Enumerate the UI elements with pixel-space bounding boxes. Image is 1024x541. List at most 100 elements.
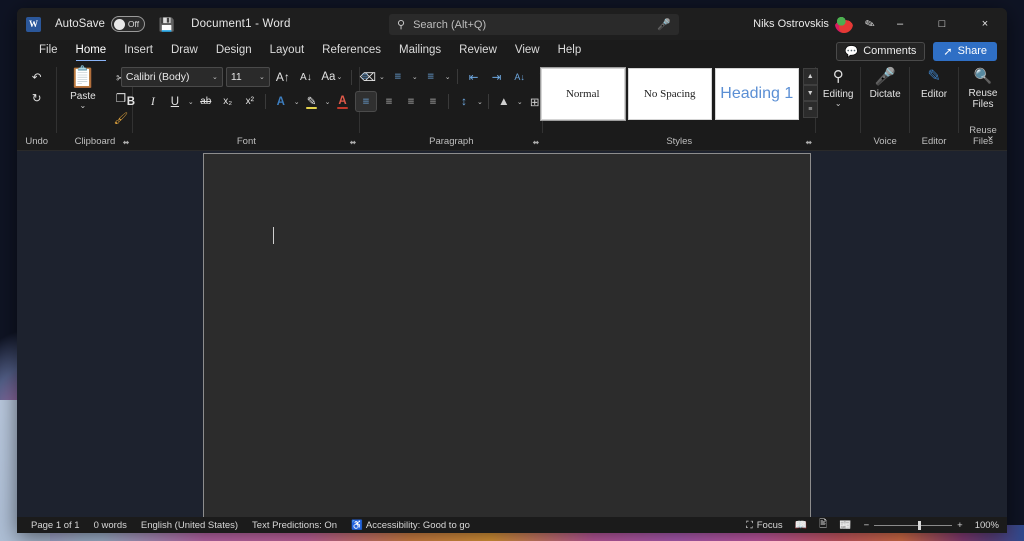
chevron-down-icon[interactable]: ⌄ xyxy=(412,73,418,81)
reuse-files-button[interactable]: 🔍 Reuse Files xyxy=(959,67,1007,110)
chevron-down-icon[interactable]: ⌄ xyxy=(188,98,194,106)
tab-help[interactable]: Help xyxy=(558,44,582,58)
italic-button[interactable]: I xyxy=(143,92,163,111)
font-dialog-launcher[interactable]: ⬌ xyxy=(350,138,357,147)
font-name-value: Calibri (Body) xyxy=(126,71,190,83)
collapse-ribbon-button[interactable]: ⌄ xyxy=(986,129,995,142)
autosave-toggle[interactable]: Off xyxy=(111,16,145,32)
editor-button[interactable]: ✎ Editor xyxy=(910,67,958,100)
dictate-label: Dictate xyxy=(870,89,901,100)
tab-view[interactable]: View xyxy=(515,44,540,58)
chevron-down-icon[interactable]: ⌄ xyxy=(294,98,300,106)
superscript-button[interactable]: x² xyxy=(240,92,260,111)
tab-design[interactable]: Design xyxy=(216,44,252,58)
minimize-button[interactable]: – xyxy=(879,8,921,40)
tab-review[interactable]: Review xyxy=(459,44,497,58)
word-logo-icon: W xyxy=(26,17,41,32)
tab-home[interactable]: Home xyxy=(76,44,107,58)
align-right-button[interactable]: ≡ xyxy=(401,92,421,111)
font-size-combobox[interactable]: 11 ⌄ xyxy=(226,67,270,87)
page-indicator[interactable]: Page 1 of 1 xyxy=(31,520,80,531)
zoom-out-button[interactable]: − xyxy=(864,520,870,531)
zoom-handle[interactable] xyxy=(918,521,921,530)
read-mode-icon[interactable]: 📖 xyxy=(795,520,807,531)
zoom-level[interactable]: 100% xyxy=(975,520,999,531)
zoom-track[interactable] xyxy=(874,525,952,526)
increase-indent-button[interactable]: ⇥ xyxy=(487,67,507,86)
highlight-button[interactable]: ✎ xyxy=(302,95,322,108)
chevron-down-icon[interactable]: ⌄ xyxy=(379,73,385,81)
justify-button[interactable]: ≡ xyxy=(423,92,443,111)
dictate-button[interactable]: 🎤 Dictate xyxy=(861,67,909,100)
clipboard-dialog-launcher[interactable]: ⬌ xyxy=(123,138,130,147)
search-box[interactable]: ⚲ Search (Alt+Q) 🎤 xyxy=(389,14,679,35)
comments-button[interactable]: 💬 Comments xyxy=(836,42,926,61)
bold-button[interactable]: B xyxy=(121,92,141,111)
tab-draw[interactable]: Draw xyxy=(171,44,198,58)
shrink-font-button[interactable]: A↓ xyxy=(296,68,316,87)
chevron-down-icon[interactable]: ⌄ xyxy=(477,98,483,106)
redo-button[interactable]: ↻ xyxy=(27,88,47,107)
styles-dialog-launcher[interactable]: ⬌ xyxy=(806,138,813,147)
numbering-button[interactable]: ≡ xyxy=(388,67,408,86)
shading-button[interactable]: ▲ xyxy=(494,92,514,111)
document-canvas[interactable] xyxy=(17,151,1007,517)
font-name-combobox[interactable]: Calibri (Body) ⌄ xyxy=(121,67,223,87)
style-normal[interactable]: Normal xyxy=(541,68,625,120)
text-effects-button[interactable]: A xyxy=(271,92,291,111)
close-button[interactable]: × xyxy=(963,8,1007,40)
zoom-in-button[interactable]: + xyxy=(957,520,963,531)
chevron-down-icon[interactable]: ⌄ xyxy=(517,98,523,106)
share-button[interactable]: ➚ Share xyxy=(933,42,997,61)
strikethrough-button[interactable]: ab xyxy=(196,92,216,111)
divider xyxy=(265,94,266,109)
sort-button[interactable]: A↓ xyxy=(510,67,530,86)
style-no-spacing[interactable]: No Spacing xyxy=(628,68,712,120)
web-layout-icon[interactable]: 📰 xyxy=(839,520,851,531)
chevron-down-icon[interactable]: ⌄ xyxy=(835,100,842,108)
microphone-icon[interactable]: 🎤 xyxy=(657,18,671,31)
style-heading-1[interactable]: Heading 1 xyxy=(715,68,799,120)
accessibility-indicator[interactable]: Accessibility: Good to go xyxy=(366,520,470,531)
align-center-button[interactable]: ≡ xyxy=(379,92,399,111)
style-normal-label: Normal xyxy=(566,88,600,100)
bullets-button[interactable]: ≡ xyxy=(355,67,375,86)
zoom-slider[interactable]: − + xyxy=(864,520,963,531)
underline-button[interactable]: U xyxy=(165,92,185,111)
tab-references[interactable]: References xyxy=(322,44,381,58)
print-layout-icon[interactable]: 🖹 xyxy=(819,517,827,534)
editing-button[interactable]: ⚲ Editing ⌄ xyxy=(814,67,862,108)
account-name[interactable]: Niks Ostrovskis xyxy=(753,18,829,30)
multilevel-list-button[interactable]: ≡ xyxy=(421,67,441,86)
chevron-down-icon[interactable]: ⌄ xyxy=(445,73,451,81)
pen-icon[interactable]: ✎ xyxy=(863,16,877,33)
text-predictions-indicator[interactable]: Text Predictions: On xyxy=(252,520,337,531)
focus-button[interactable]: ⛶ Focus xyxy=(746,520,783,531)
change-case-button[interactable]: Aa⌄ xyxy=(319,68,345,87)
word-count[interactable]: 0 words xyxy=(94,520,127,531)
tab-insert[interactable]: Insert xyxy=(124,44,153,58)
word-window: W AutoSave Off 💾 Document1 - Word ⚲ Sear… xyxy=(17,8,1007,533)
paragraph-dialog-launcher[interactable]: ⬌ xyxy=(533,138,540,147)
chevron-down-icon[interactable]: ⌄ xyxy=(325,98,331,106)
grow-font-button[interactable]: A↑ xyxy=(273,68,293,87)
search-icon: ⚲ xyxy=(397,18,405,31)
autosave-control[interactable]: AutoSave Off xyxy=(55,16,145,32)
search-icon: ⚲ xyxy=(833,67,844,87)
subscript-button[interactable]: x₂ xyxy=(218,92,238,111)
align-left-button[interactable]: ≡ xyxy=(355,91,377,112)
language-indicator[interactable]: English (United States) xyxy=(141,520,238,531)
avatar[interactable] xyxy=(835,15,853,33)
undo-button[interactable]: ↶ xyxy=(27,67,47,86)
maximize-button[interactable]: □ xyxy=(921,8,963,40)
tab-layout[interactable]: Layout xyxy=(270,44,305,58)
tab-file[interactable]: File xyxy=(39,44,58,58)
tab-mailings[interactable]: Mailings xyxy=(399,44,441,58)
autosave-state-label: Off xyxy=(128,19,139,29)
save-icon[interactable]: 💾 xyxy=(159,18,175,31)
decrease-indent-button[interactable]: ⇤ xyxy=(464,67,484,86)
document-page[interactable] xyxy=(203,153,811,517)
paste-button[interactable]: 📋 Paste ⌄ xyxy=(59,67,107,127)
chevron-down-icon[interactable]: ⌄ xyxy=(80,102,87,110)
line-spacing-button[interactable]: ↕ xyxy=(454,92,474,111)
